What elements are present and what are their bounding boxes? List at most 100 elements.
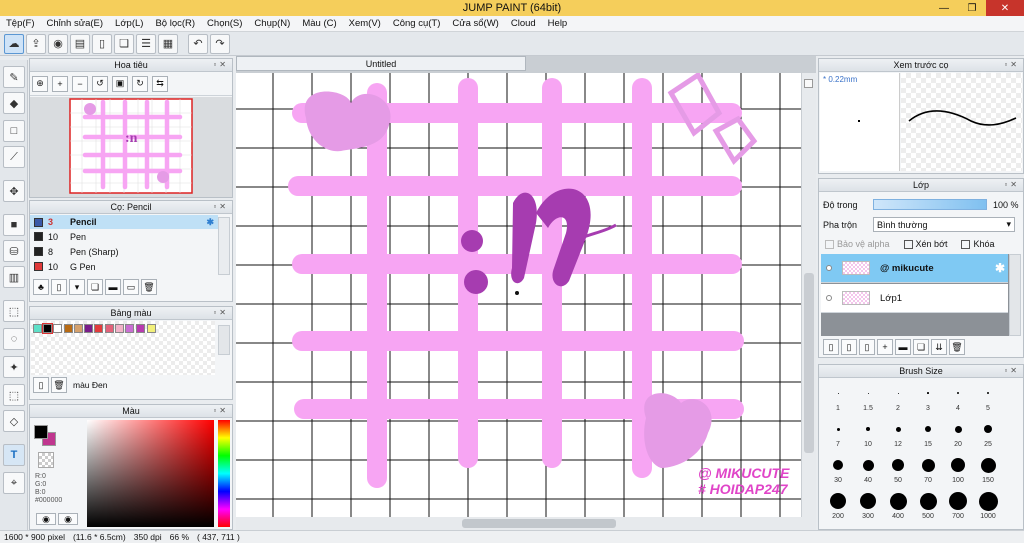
hue-slider[interactable] bbox=[218, 420, 230, 527]
brush-menu-icon[interactable]: ▾ bbox=[69, 279, 85, 295]
palette-swatch[interactable] bbox=[115, 324, 124, 333]
panel-controls-icon[interactable]: ▫✕ bbox=[1004, 180, 1020, 189]
page-icon[interactable]: ▯ bbox=[92, 33, 112, 54]
brush-size-option[interactable]: 7 bbox=[823, 417, 853, 453]
brush-size-option[interactable]: 40 bbox=[853, 453, 883, 489]
lock-checkbox[interactable] bbox=[961, 239, 971, 249]
add-layer-menu-icon[interactable]: + bbox=[877, 339, 893, 355]
zoom-in-icon[interactable]: + bbox=[52, 75, 68, 92]
flip-icon[interactable]: ⇆ bbox=[152, 75, 168, 92]
palette-swatch[interactable] bbox=[125, 324, 134, 333]
operation-tool-icon[interactable]: ⌖ bbox=[3, 472, 25, 494]
clipping-checkbox[interactable] bbox=[903, 239, 913, 249]
brush-size-option[interactable]: 30 bbox=[823, 453, 853, 489]
brush-size-option[interactable]: 500 bbox=[913, 489, 943, 525]
brush-item[interactable]: 3 Pencil ✱ bbox=[30, 215, 218, 229]
zoom-out-icon[interactable]: − bbox=[72, 75, 88, 92]
document-tab[interactable]: Untitled bbox=[236, 56, 526, 71]
brush-size-option[interactable]: 700 bbox=[943, 489, 973, 525]
minimize-button[interactable]: — bbox=[930, 0, 958, 16]
delete-icon[interactable]: 🗑 bbox=[141, 279, 157, 295]
lasso-tool-icon[interactable]: ◌ bbox=[3, 328, 25, 350]
brush-size-option[interactable]: 200 bbox=[823, 489, 853, 525]
brush-size-option[interactable]: 10 bbox=[853, 417, 883, 453]
brush-size-option[interactable]: 4 bbox=[943, 381, 973, 417]
list-icon[interactable]: ☰ bbox=[136, 33, 156, 54]
magic-wand-tool-icon[interactable]: ✦ bbox=[3, 356, 25, 378]
palette-swatch[interactable] bbox=[42, 323, 53, 334]
menu-file[interactable]: Tệp(F) bbox=[0, 18, 41, 29]
brush-size-option[interactable]: 3 bbox=[913, 381, 943, 417]
palette-swatch[interactable] bbox=[136, 324, 145, 333]
brush-paste-icon[interactable]: ▭ bbox=[123, 279, 139, 295]
pen-tool-icon[interactable]: ✎ bbox=[3, 66, 25, 88]
menu-help[interactable]: Help bbox=[542, 18, 574, 29]
brush-size-option[interactable]: 70 bbox=[913, 453, 943, 489]
visibility-icon[interactable] bbox=[826, 265, 832, 271]
layer-row[interactable]: Lớp1 bbox=[821, 284, 1008, 313]
panel-controls-icon[interactable]: ▫✕ bbox=[213, 308, 229, 317]
brush-size-option[interactable]: 15 bbox=[913, 417, 943, 453]
close-button[interactable]: ✕ bbox=[986, 0, 1024, 16]
rotate-left-icon[interactable]: ↺ bbox=[92, 75, 108, 92]
brush-size-option[interactable]: 150 bbox=[973, 453, 1003, 489]
zoom-fit-icon[interactable]: ⊕ bbox=[32, 75, 48, 92]
cloud-icon[interactable]: ☁ bbox=[4, 33, 24, 54]
duplicate-icon[interactable]: ❏ bbox=[913, 339, 929, 355]
canvas-horizontal-scrollbar[interactable] bbox=[236, 517, 816, 530]
settings-icon[interactable]: ✱ bbox=[995, 261, 1005, 275]
brush-size-option[interactable]: 100 bbox=[943, 453, 973, 489]
text-tool-icon[interactable]: T bbox=[3, 444, 25, 466]
select-pen-tool-icon[interactable]: ⬚ bbox=[3, 384, 25, 406]
palette-swatch[interactable] bbox=[74, 324, 83, 333]
palette-area[interactable] bbox=[31, 321, 215, 375]
new-layer-icon[interactable]: ▯ bbox=[823, 339, 839, 355]
menu-view[interactable]: Xem(V) bbox=[343, 18, 387, 29]
brush-item[interactable]: 10 G Pen bbox=[30, 259, 218, 274]
menu-window[interactable]: Cửa sổ(W) bbox=[446, 18, 504, 29]
transparent-color[interactable] bbox=[38, 452, 54, 468]
panel-controls-icon[interactable]: ▫✕ bbox=[213, 406, 229, 415]
redo-icon[interactable]: ↷ bbox=[210, 33, 230, 54]
gradient-tool-icon[interactable]: ▥ bbox=[3, 266, 25, 288]
fill-rect-tool-icon[interactable]: ■ bbox=[3, 214, 25, 236]
palette-swatch[interactable] bbox=[64, 324, 73, 333]
rotate-right-icon[interactable]: ↻ bbox=[132, 75, 148, 92]
speech-icon[interactable]: ◉ bbox=[48, 33, 68, 54]
delete-icon[interactable]: 🗑 bbox=[949, 339, 965, 355]
brush-size-option[interactable]: 1.5 bbox=[853, 381, 883, 417]
menu-edit[interactable]: Chỉnh sửa(E) bbox=[41, 18, 110, 29]
panel-controls-icon[interactable]: ▫✕ bbox=[213, 202, 229, 211]
copy-icon[interactable]: ❏ bbox=[114, 33, 134, 54]
palette-swatch[interactable] bbox=[105, 324, 114, 333]
brush-size-option[interactable]: 25 bbox=[973, 417, 1003, 453]
delete-icon[interactable]: 🗑 bbox=[51, 377, 67, 393]
menu-layer[interactable]: Lớp(L) bbox=[109, 18, 149, 29]
settings-icon[interactable]: ✱ bbox=[206, 217, 214, 228]
brush-size-option[interactable]: 400 bbox=[883, 489, 913, 525]
bucket-tool-icon[interactable]: ⛁ bbox=[3, 240, 25, 262]
brush-size-option[interactable]: 1000 bbox=[973, 489, 1003, 525]
brush-size-option[interactable]: 50 bbox=[883, 453, 913, 489]
menu-select[interactable]: Chọn(S) bbox=[201, 18, 248, 29]
brush-size-option[interactable]: 5 bbox=[973, 381, 1003, 417]
color-history-icon[interactable]: ◉ bbox=[58, 513, 78, 525]
brush-size-option[interactable]: 300 bbox=[853, 489, 883, 525]
rectangle-tool-icon[interactable]: □ bbox=[3, 120, 25, 142]
palette-scrollbar[interactable] bbox=[218, 325, 230, 355]
brush-size-option[interactable]: 12 bbox=[883, 417, 913, 453]
brush-size-option[interactable]: 2 bbox=[883, 381, 913, 417]
menu-cloud[interactable]: Cloud bbox=[505, 18, 542, 29]
canvas-vertical-scrollbar[interactable] bbox=[802, 73, 816, 517]
maximize-button[interactable]: ❐ bbox=[958, 0, 986, 16]
layer-scrollbar[interactable] bbox=[1009, 254, 1021, 336]
panel-controls-icon[interactable]: ▫✕ bbox=[213, 60, 229, 69]
add-color-icon[interactable]: ▯ bbox=[33, 377, 49, 393]
brush-item[interactable]: 8 Pen (Sharp) bbox=[30, 244, 218, 259]
new-layer-icon[interactable]: ▯ bbox=[841, 339, 857, 355]
actual-size-icon[interactable]: ▣ bbox=[112, 75, 128, 92]
color-picker-square[interactable] bbox=[87, 420, 214, 527]
navigator-preview[interactable]: :n bbox=[30, 97, 232, 197]
brush-tree-icon[interactable]: ♣ bbox=[33, 279, 49, 295]
copy-layer-icon[interactable]: ▯ bbox=[859, 339, 875, 355]
